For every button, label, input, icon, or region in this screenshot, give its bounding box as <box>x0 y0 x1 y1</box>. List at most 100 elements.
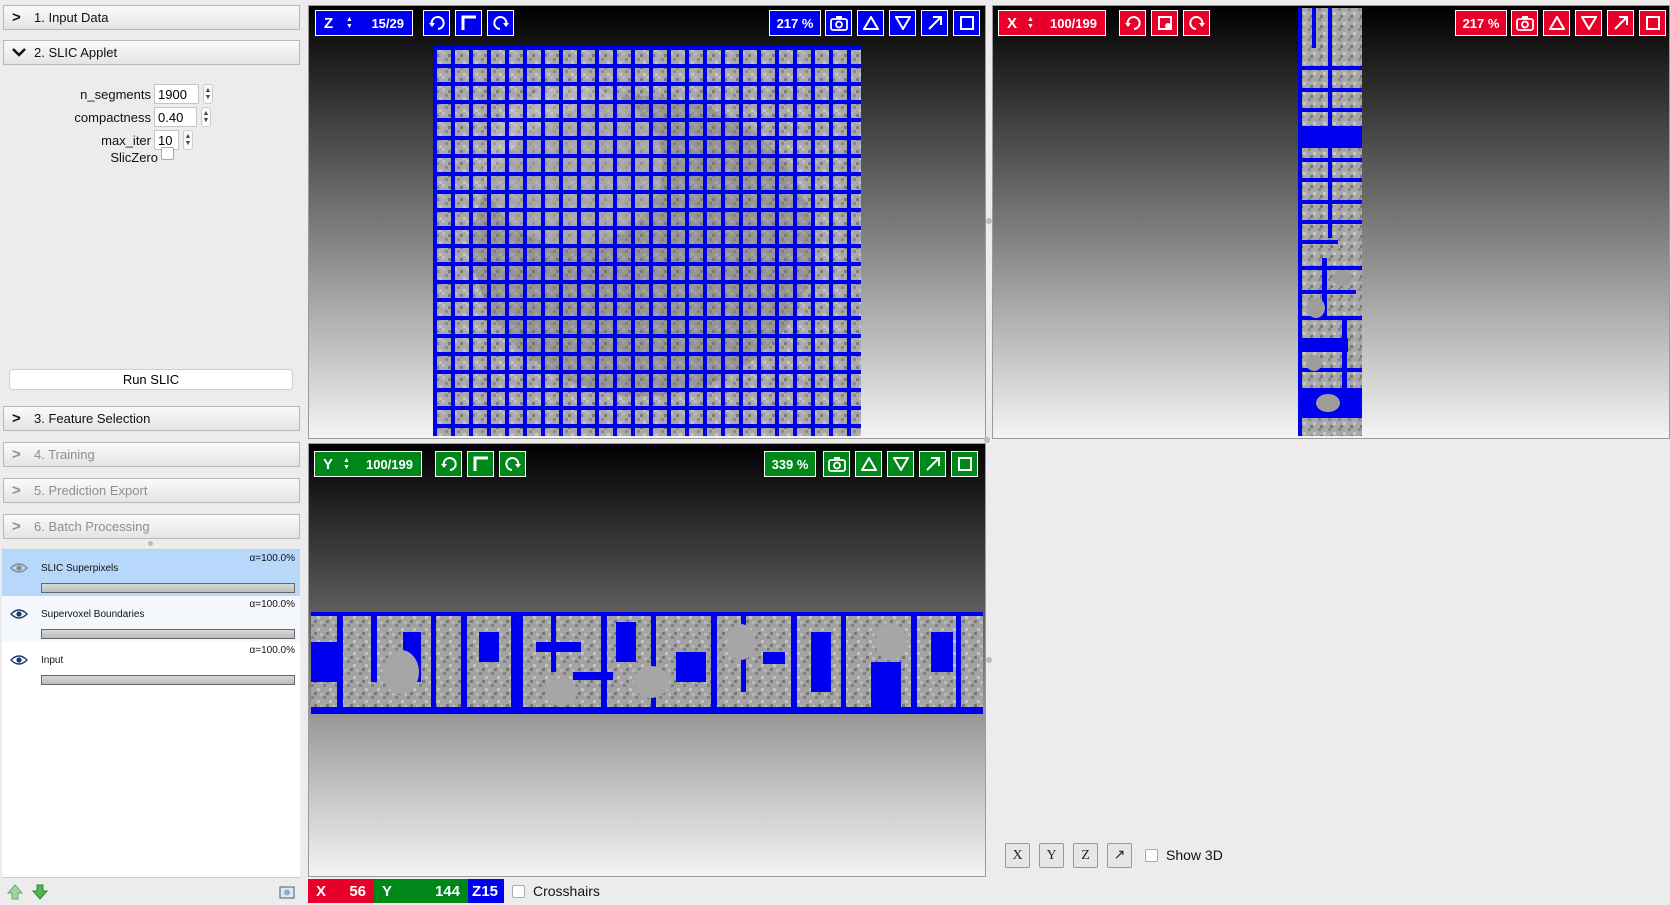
view-y[interactable]: Y ▲ ▼ 100/199 339 % <box>308 443 986 877</box>
chevron-right-icon: > <box>12 410 21 427</box>
crosshairs-toggle[interactable]: Crosshairs <box>512 883 600 899</box>
fit-view-icon[interactable] <box>951 451 978 477</box>
slic-zero-checkbox[interactable] <box>161 147 174 160</box>
slic-applet-panel: n_segments ▲▼ compactness ▲▼ max_iter ▲▼… <box>3 70 300 402</box>
position-x: X 56 <box>308 879 374 903</box>
layer-opacity-bar[interactable] <box>41 583 295 593</box>
slice-down-icon[interactable] <box>887 451 914 477</box>
camera-icon[interactable] <box>1511 10 1538 36</box>
splitter-handle[interactable] <box>984 437 990 443</box>
applet-feature-selection[interactable]: > 3. Feature Selection <box>3 406 300 431</box>
swap-axes-icon[interactable] <box>455 10 482 36</box>
applet-input-data[interactable]: > 1. Input Data <box>3 5 300 30</box>
eye-icon[interactable] <box>10 608 28 620</box>
view3d-reset-button[interactable]: ↗ <box>1107 843 1132 868</box>
splitter-handle[interactable] <box>986 657 992 663</box>
slice-up-icon[interactable] <box>855 451 882 477</box>
applet-batch-processing[interactable]: > 6. Batch Processing <box>3 514 300 539</box>
eye-icon[interactable] <box>10 562 28 574</box>
slice-down-icon[interactable] <box>889 10 916 36</box>
show3d-toggle[interactable]: Show 3D <box>1145 847 1223 863</box>
x-slice-image[interactable] <box>1298 8 1362 436</box>
slice-stepper-icon[interactable]: ▲ ▼ <box>346 16 353 30</box>
panel-splitter-handle[interactable] <box>148 541 153 546</box>
x-zoom-level[interactable]: 217 % <box>1455 10 1507 36</box>
swap-axes-icon[interactable] <box>467 451 494 477</box>
y-slice-spinbox[interactable]: Y ▲ ▼ 100/199 <box>314 451 422 477</box>
fit-view-icon[interactable] <box>953 10 980 36</box>
maximize-icon[interactable] <box>921 10 948 36</box>
y-zoom-level[interactable]: 339 % <box>764 451 816 477</box>
view3d-z-button[interactable]: Z <box>1073 843 1098 868</box>
arrow-up-icon[interactable] <box>6 883 24 901</box>
slice-stepper-icon[interactable]: ▲ ▼ <box>1027 16 1034 30</box>
slice-up-icon[interactable] <box>1543 10 1570 36</box>
layer-alpha: α=100.0% <box>249 645 295 656</box>
crosshairs-label: Crosshairs <box>533 883 600 899</box>
position-x-value: 56 <box>349 882 366 900</box>
compactness-label: compactness <box>74 109 151 125</box>
view-x[interactable]: X ▲ ▼ 100/199 217 % <box>992 5 1670 439</box>
slice-up-icon[interactable] <box>857 10 884 36</box>
maximize-icon[interactable] <box>1607 10 1634 36</box>
max-iter-label: max_iter <box>101 132 151 148</box>
rotate-right-icon[interactable] <box>487 10 514 36</box>
chevron-right-icon: > <box>12 482 21 499</box>
camera-icon[interactable] <box>825 10 852 36</box>
applet-slic[interactable]: 2. SLIC Applet <box>3 40 300 65</box>
camera-icon[interactable] <box>823 451 850 477</box>
n-segments-spinner[interactable]: ▲ ▼ <box>203 84 213 104</box>
n-segments-label: n_segments <box>80 86 151 102</box>
applet-label: 6. Batch Processing <box>34 519 150 534</box>
fit-view-icon[interactable] <box>1639 10 1666 36</box>
compactness-spinner[interactable]: ▲ ▼ <box>201 107 211 127</box>
arrow-down-icon[interactable] <box>31 883 49 901</box>
layer-toolbar <box>2 877 300 905</box>
view3d-x-button[interactable]: X <box>1005 843 1030 868</box>
applet-training[interactable]: > 4. Training <box>3 442 300 467</box>
show3d-label: Show 3D <box>1166 847 1223 863</box>
rotate-right-icon[interactable] <box>1183 10 1210 36</box>
applet-prediction-export[interactable]: > 5. Prediction Export <box>3 478 300 503</box>
swap-axes-icon[interactable] <box>1151 10 1178 36</box>
layer-row[interactable]: Supervoxel Boundaries α=100.0% <box>2 596 300 642</box>
compactness-input[interactable] <box>154 107 197 127</box>
rotate-left-icon[interactable] <box>423 10 450 36</box>
splitter-handle[interactable] <box>986 218 992 224</box>
x-slice-spinbox[interactable]: X ▲ ▼ 100/199 <box>998 10 1106 36</box>
slice-stepper-icon[interactable]: ▲ ▼ <box>343 457 350 471</box>
max-iter-spinner[interactable]: ▲ ▼ <box>183 130 193 150</box>
z-slice-image[interactable] <box>433 46 861 436</box>
layer-opacity-bar[interactable] <box>41 629 295 639</box>
z-slice-spinbox[interactable]: Z ▲ ▼ 15/29 <box>315 10 413 36</box>
rotate-right-icon[interactable] <box>499 451 526 477</box>
position-y: Y 144 <box>374 879 468 903</box>
slice-down-icon[interactable] <box>1575 10 1602 36</box>
layer-row[interactable]: SLIC Superpixels α=100.0% <box>2 550 300 596</box>
view3d-y-button[interactable]: Y <box>1039 843 1064 868</box>
y-slice-image[interactable] <box>311 612 983 714</box>
applet-label: 1. Input Data <box>34 10 109 25</box>
crosshairs-checkbox[interactable] <box>512 884 525 898</box>
rotate-left-icon[interactable] <box>435 451 462 477</box>
layer-name: SLIC Superpixels <box>41 563 119 574</box>
z-zoom-level[interactable]: 217 % <box>769 10 821 36</box>
position-y-value: 144 <box>434 882 460 900</box>
layer-row[interactable]: Input α=100.0% <box>2 642 300 688</box>
applet-label: 4. Training <box>34 447 95 462</box>
eye-icon[interactable] <box>10 654 28 666</box>
z-slice-value: 15/29 <box>371 15 404 31</box>
layer-opacity-bar[interactable] <box>41 675 295 685</box>
position-z-value: 15 <box>481 882 498 900</box>
layer-name: Supervoxel Boundaries <box>41 609 145 620</box>
chevron-down-icon <box>12 44 26 61</box>
layer-settings-icon[interactable] <box>278 883 296 901</box>
maximize-icon[interactable] <box>919 451 946 477</box>
y-slice-value: 100/199 <box>365 456 413 472</box>
n-segments-input[interactable] <box>154 84 199 104</box>
layer-alpha: α=100.0% <box>249 553 295 564</box>
view-z[interactable]: Z ▲ ▼ 15/29 217 % <box>308 5 986 439</box>
show3d-checkbox[interactable] <box>1145 848 1158 862</box>
run-slic-button[interactable]: Run SLIC <box>9 369 293 390</box>
rotate-left-icon[interactable] <box>1119 10 1146 36</box>
